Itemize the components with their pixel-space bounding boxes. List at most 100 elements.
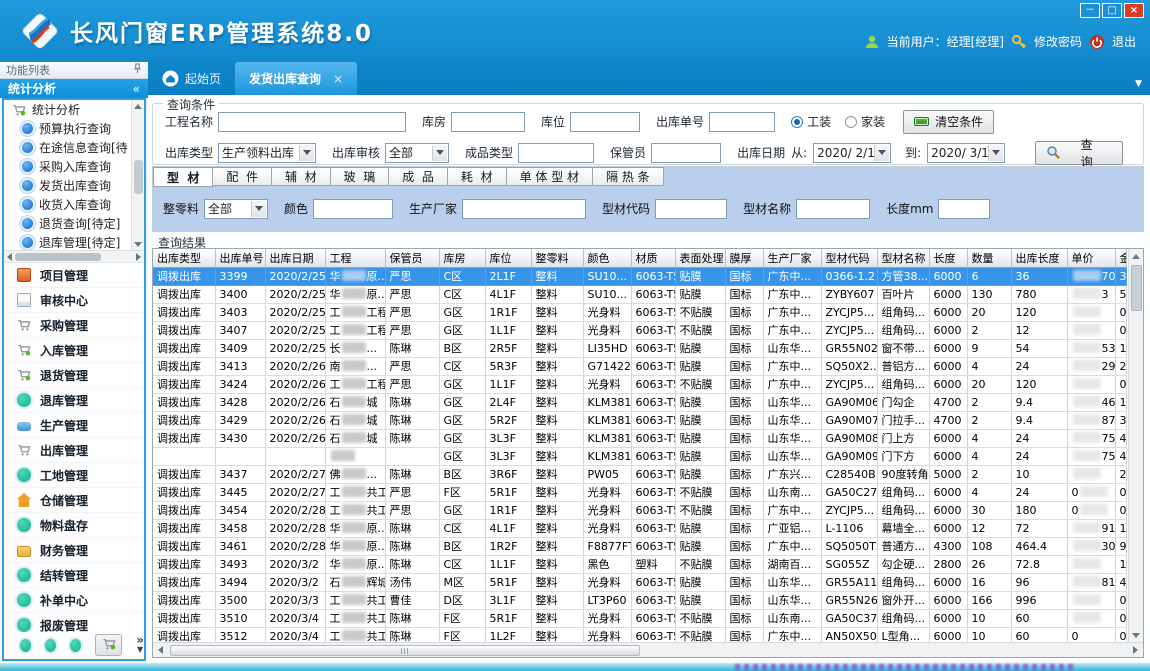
table-row[interactable]: G区3L3F整料KLM38176063-T5贴膜国标山东华...GA90M09.… [153,447,1126,465]
table-row[interactable]: 调拨出库34932020/3/2华原...陈琳C区1L1F整料黑色塑料不贴膜国标… [153,555,1126,573]
column-header[interactable]: 出库长度 [1011,249,1067,267]
tab-home[interactable]: 起始页 [148,62,235,95]
column-header[interactable]: 长度 [929,249,967,267]
scroll-up-icon[interactable] [134,104,142,109]
scroll-right-icon[interactable] [136,253,141,261]
tree-item[interactable]: 预算执行查询 [4,119,144,138]
scroll-up-icon[interactable] [1132,254,1140,259]
change-password-link[interactable]: 修改密码 [1034,33,1082,50]
sidebar-item-财务管理[interactable]: 财务管理 [4,538,144,563]
column-header[interactable]: 整零料 [531,249,583,267]
column-header[interactable]: 出库日期 [265,249,325,267]
minimize-button[interactable]: － [1080,3,1100,18]
tab-list-caret-icon[interactable]: ▼ [1135,79,1142,89]
query-工程名称-input[interactable] [218,112,406,132]
tree-root[interactable]: 统计分析 [4,100,144,119]
table-horizontal-scrollbar[interactable] [153,642,1143,657]
material-tab-2[interactable]: 配 件 [213,167,272,186]
subfilter-整零料-select[interactable]: 全部 [204,199,268,219]
tree-item[interactable]: 退货查询[待定] [4,214,144,233]
search-button[interactable]: 查 询 [1035,141,1123,165]
column-header[interactable]: 材质 [631,249,675,267]
column-header[interactable]: 库房 [439,249,485,267]
table-vscroll-thumb[interactable] [1131,265,1142,311]
sidebar-item-出库管理[interactable]: 出库管理 [4,438,144,463]
subfilter-生产厂家-input[interactable] [462,199,586,219]
table-row[interactable]: 调拨出库34372020/2/27佛...陈琳B区3R6F整料PW056063-… [153,465,1126,483]
column-header[interactable]: 金 [1115,249,1126,267]
column-header[interactable]: 保管员 [385,249,439,267]
material-tab-4[interactable]: 玻 璃 [331,167,390,186]
table-row[interactable]: 调拨出库34292020/2/26石城陈琳G区5R2F整料KLM38176063… [153,411,1126,429]
sidebar-item-退库管理[interactable]: 退库管理 [4,388,144,413]
sidebar-item-项目管理[interactable]: 项目管理 [4,263,144,288]
sidebar-item-入库管理[interactable]: 入库管理 [4,338,144,363]
table-row[interactable]: 调拨出库34302020/2/26石城陈琳G区3L3F整料KLM38176063… [153,429,1126,447]
query-库位-input[interactable] [570,112,640,132]
query-出库审核-select[interactable]: 全部 [385,143,449,163]
column-header[interactable]: 单价 [1067,249,1115,267]
sidebar-item-结转管理[interactable]: 结转管理 [4,563,144,588]
table-row[interactable]: 调拨出库34452020/2/27工共工程严思F区5R1F整料光身料6063-T… [153,483,1126,501]
sidebar-item-物料盘存[interactable]: 物料盘存 [4,513,144,538]
column-header[interactable]: 数量 [967,249,1011,267]
scroll-down-icon[interactable] [134,242,142,247]
scroll-right-icon[interactable] [1133,646,1138,654]
tab-active[interactable]: 发货出库查询 × [235,62,357,95]
cart-shortcut-button[interactable] [95,634,122,656]
tree-item[interactable]: 在途信息查询[待 [4,138,144,157]
table-row[interactable]: 调拨出库34242020/2/26工工程严思G区1L1F整料光身料6063-T5… [153,375,1126,393]
material-tab-5[interactable]: 成 品 [389,167,448,186]
radio-gongzhuang[interactable]: 工装 [791,113,831,130]
subfilter-型材名称-input[interactable] [796,199,870,219]
collapse-icon[interactable]: « [133,82,140,96]
column-header[interactable]: 型材名称 [877,249,929,267]
query-出库单号-input[interactable] [709,112,775,132]
subfilter-颜色-input[interactable] [313,199,393,219]
table-row[interactable]: 调拨出库34132020/2/26南...严思C区5R3F整料G71422606… [153,357,1126,375]
sidebar-item-采购管理[interactable]: 采购管理 [4,313,144,338]
tree-item[interactable]: 采购入库查询 [4,157,144,176]
column-header[interactable]: 颜色 [583,249,631,267]
logout-button[interactable]: 退出 [1112,33,1136,50]
sidebar-group-header[interactable]: 统计分析 « [0,79,148,98]
quick-item-icon[interactable] [70,639,81,652]
quick-item-icon[interactable] [20,639,31,652]
scroll-left-icon[interactable] [7,253,12,261]
table-row[interactable]: 调拨出库34092020/2/25长...陈琳B区2R5F整料LI35HD606… [153,339,1126,357]
column-header[interactable]: 出库单号 [215,249,265,267]
date-from-picker[interactable]: 2020/ 2/16 [813,143,891,163]
table-vertical-scrollbar[interactable] [1128,249,1143,642]
tab-close-icon[interactable]: × [333,72,343,86]
table-row[interactable]: 调拨出库34542020/2/28工共工程严思G区1R1F整料光身料6063-T… [153,501,1126,519]
material-tab-7[interactable]: 单 体 型 材 [507,167,593,186]
quick-item-icon[interactable] [45,639,56,652]
sidebar-item-工地管理[interactable]: 工地管理 [4,463,144,488]
query-成品类型-input[interactable] [518,143,594,163]
maximize-button[interactable]: □ [1102,3,1122,18]
scroll-down-icon[interactable] [1132,633,1140,638]
query-出库类型-select[interactable]: 生产领料出库 [218,143,316,163]
tree-item[interactable]: 收货入库查询 [4,195,144,214]
tree-vertical-scrollbar[interactable] [131,100,144,251]
tree-horizontal-scrollbar[interactable] [4,250,144,262]
table-row[interactable]: 调拨出库35102020/3/4工共工程陈琳F区5R1F整料光身料6063-T5… [153,609,1126,627]
date-to-picker[interactable]: 2020/ 3/16 [927,143,1005,163]
pin-icon[interactable] [133,63,142,77]
sidebar-item-审核中心[interactable]: 审核中心 [4,288,144,313]
column-header[interactable]: 膜厚 [725,249,763,267]
table-row[interactable]: 调拨出库34072020/2/25工工程严思G区1L1F整料光身料6063-T5… [153,321,1126,339]
subfilter-型材代码-input[interactable] [655,199,727,219]
table-row[interactable]: 调拨出库33992020/2/25华原...严思C区2L1F整料SU10...6… [153,267,1126,285]
column-header[interactable]: 工程 [325,249,385,267]
tree-scroll-thumb[interactable] [134,160,143,194]
sidebar-item-补单中心[interactable]: 补单中心 [4,588,144,613]
material-tab-6[interactable]: 耗 材 [448,167,507,186]
table-row[interactable]: 调拨出库34002020/2/25华原...严思C区4L1F整料SU10...6… [153,285,1126,303]
material-tab-3[interactable]: 辅 材 [272,167,331,186]
clear-conditions-button[interactable]: 清空条件 [903,110,994,134]
scroll-left-icon[interactable] [158,646,163,654]
sidebar-item-退货管理[interactable]: 退货管理 [4,363,144,388]
column-header[interactable]: 表面处理 [675,249,725,267]
tree-item[interactable]: 发货出库查询 [4,176,144,195]
